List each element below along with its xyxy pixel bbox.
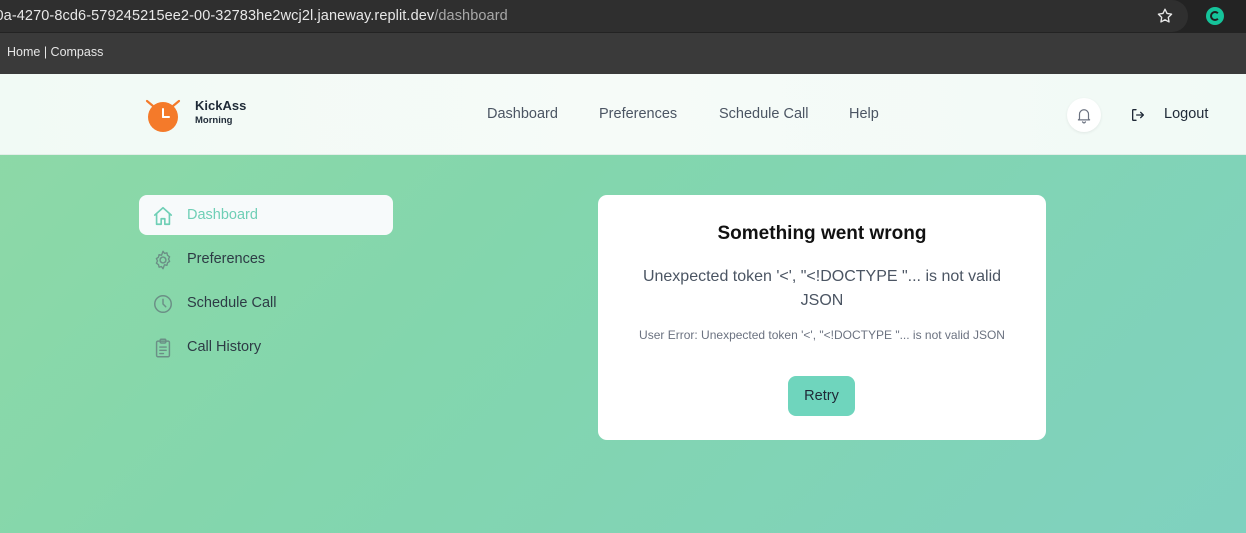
clipboard-icon [155,338,171,358]
logout-label: Logout [1164,106,1209,122]
sidebar-item-call-history[interactable]: Call History [139,327,393,367]
logout-icon [1132,109,1144,121]
app-page: KickAss Morning Dashboard Preferences Sc… [0,74,1246,533]
nav-help[interactable]: Help [849,106,879,122]
notifications-button[interactable] [1067,98,1101,132]
nav-preferences[interactable]: Preferences [599,106,677,122]
sidebar-item-label: Schedule Call [187,295,277,311]
sidebar-item-schedule-call[interactable]: Schedule Call [139,283,393,323]
error-title: Something went wrong [717,223,927,244]
sidebar-item-label: Dashboard [187,207,258,223]
gear-icon [155,250,171,270]
logo-title: KickAss [195,98,247,113]
sidebar-item-label: Call History [187,339,262,355]
error-detail: User Error: Unexpected token '<', "<!DOC… [639,328,1005,342]
alarm-clock-logo-icon [145,99,181,132]
bookmarks-bar: Home | Compass [0,33,1246,74]
nav-dashboard[interactable]: Dashboard [487,106,558,122]
sidebar-item-label: Preferences [187,251,266,267]
url-text[interactable]: 0c0a-4270-8cd6-579245215ee2-00-32783he2w… [0,8,508,24]
top-header: KickAss Morning Dashboard Preferences Sc… [0,74,1246,155]
nav-schedule-call[interactable]: Schedule Call [719,106,808,122]
clock-icon [154,295,172,313]
bookmark-star-icon[interactable] [1156,7,1174,25]
sidebar-item-dashboard[interactable]: Dashboard [139,195,393,235]
home-icon [153,206,173,226]
sidebar-item-preferences[interactable]: Preferences [139,239,393,279]
bell-icon [1077,109,1091,124]
error-message: Unexpected token '<', "<!DOCTYPE "... is… [642,268,1002,309]
error-card: Something went wrong Unexpected token '<… [598,195,1046,440]
browser-toolbar: 0c0a-4270-8cd6-579245215ee2-00-32783he2w… [0,0,1246,33]
logo-subtitle: Morning [195,115,233,126]
address-bar[interactable]: 0c0a-4270-8cd6-579245215ee2-00-32783he2w… [0,0,1188,32]
retry-button[interactable]: Retry [788,376,855,416]
bookmark-home-compass[interactable]: Home | Compass [7,45,103,59]
grammarly-extension-icon[interactable] [1206,7,1224,25]
